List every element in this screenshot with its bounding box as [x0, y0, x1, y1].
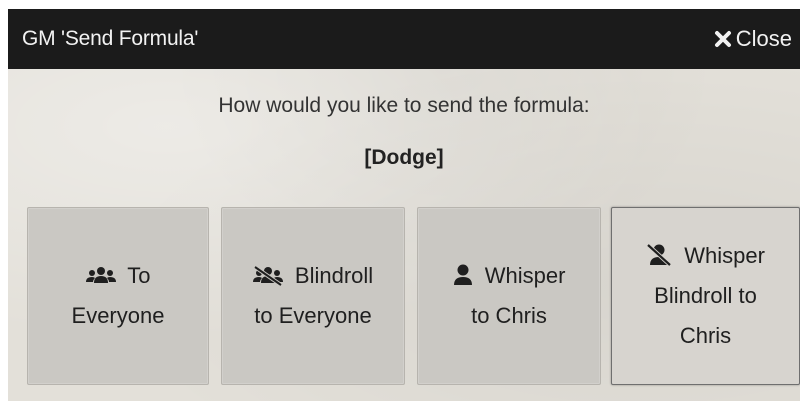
button-label-line1: Whisper — [484, 263, 566, 288]
blindroll-to-everyone-button[interactable]: Blindroll to Everyone — [221, 207, 405, 385]
formula-name: [Dodge] — [364, 146, 444, 169]
button-label-line1: Whisper — [684, 243, 765, 268]
send-options: To Everyone Blindroll to Everyone Whispe… — [8, 207, 800, 387]
close-label: Close — [735, 26, 792, 51]
close-icon — [714, 30, 732, 48]
users-slash-icon — [252, 263, 295, 288]
whisper-blindroll-to-chris-button[interactable]: Whisper Blindroll to Chris — [611, 207, 800, 385]
send-formula-dialog: GM 'Send Formula' Close How would you li… — [8, 9, 800, 401]
user-slash-icon — [646, 243, 684, 268]
send-to-everyone-button[interactable]: To Everyone — [27, 207, 209, 385]
button-label-line1: To — [127, 263, 151, 288]
button-label-line2: to Chris — [471, 303, 547, 328]
dialog-titlebar: GM 'Send Formula' Close — [8, 9, 800, 69]
dialog-title: GM 'Send Formula' — [22, 27, 199, 50]
button-label-line2: to Everyone — [254, 303, 372, 328]
users-icon — [85, 263, 128, 288]
whisper-to-chris-button[interactable]: Whisper to Chris — [417, 207, 601, 385]
close-button[interactable]: Close — [714, 26, 792, 52]
button-label-line2: Blindroll to — [654, 283, 757, 308]
dialog-content: How would you like to send the formula: … — [8, 91, 800, 173]
send-prompt: How would you like to send the formula: — [218, 94, 590, 117]
user-icon — [453, 263, 485, 288]
button-label-line2: Everyone — [71, 303, 165, 328]
button-label-line1: Blindroll — [294, 263, 374, 288]
button-label-line3: Chris — [679, 323, 732, 348]
